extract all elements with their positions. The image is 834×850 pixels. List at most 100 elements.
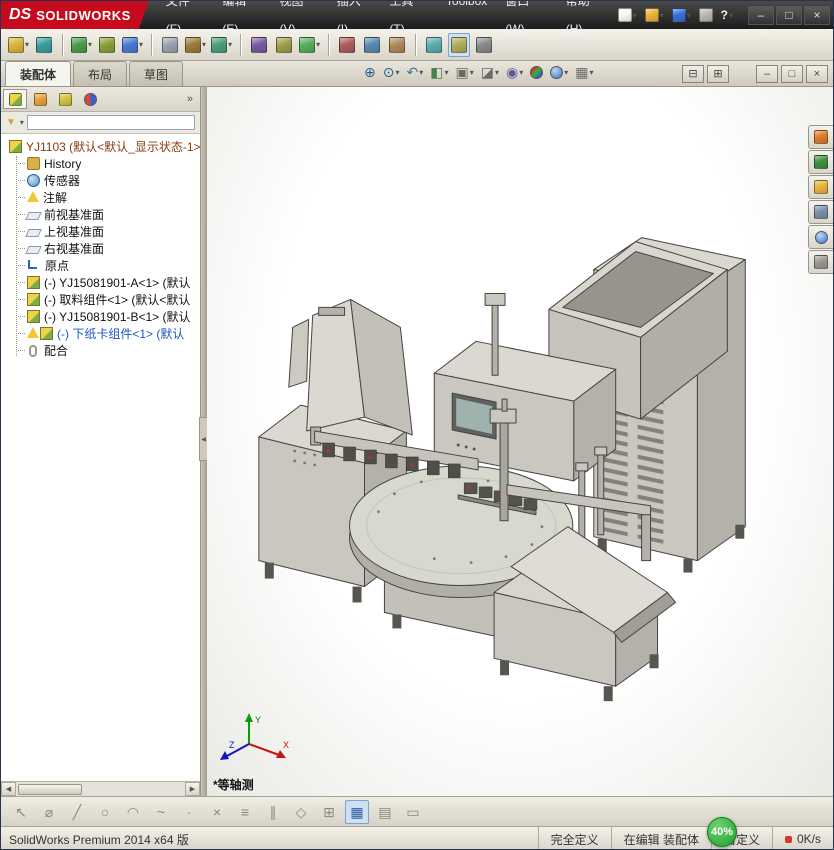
tree-item-0[interactable]: YJ1103 (默认<默认_显示状态-1>) xyxy=(3,138,200,155)
tree-item-11[interactable]: (-) 下纸卡组件<1> (默认 xyxy=(3,325,200,342)
previous-view-icon[interactable]: ↶ ▾ xyxy=(403,64,426,80)
linear-component-pattern-icon[interactable]: ▾ xyxy=(70,33,93,57)
panel-tabs-overflow[interactable]: » xyxy=(182,93,198,105)
progress-badge[interactable]: 40% xyxy=(707,817,737,847)
display-style-icon[interactable]: ◪ ▾ xyxy=(478,64,502,80)
split-horizontal-icon[interactable]: ⊟ xyxy=(682,65,704,83)
appearances-scenes-icon[interactable] xyxy=(808,225,833,249)
new-document-icon[interactable]: ▾ xyxy=(615,6,640,24)
insert-components-icon[interactable]: ▾ xyxy=(7,33,30,57)
dropdown-arrow-icon: ▾ xyxy=(659,10,664,20)
select-tool-icon[interactable]: ↖ xyxy=(9,800,33,824)
custom-properties-icon[interactable] xyxy=(808,250,833,274)
save-document-icon[interactable]: ▾ xyxy=(669,6,694,24)
arc-tool-icon: ◠ xyxy=(126,803,140,820)
split-vertical-icon[interactable]: ⊞ xyxy=(707,65,729,83)
filter-funnel-icon[interactable]: ▼ xyxy=(6,117,16,128)
rapid-sketch-icon[interactable]: ▭ xyxy=(401,800,425,824)
instant3d-icon[interactable] xyxy=(448,32,471,57)
tree-item-6[interactable]: 右视基准面 xyxy=(3,240,200,257)
tab-1[interactable]: 布局 xyxy=(73,61,128,86)
restore-doc-icon[interactable]: □ xyxy=(781,65,803,83)
convert-entities-icon[interactable]: ≡ xyxy=(233,800,257,824)
trim-entities-icon[interactable]: × xyxy=(205,800,229,824)
sketch-pattern-icon[interactable]: ⊞ xyxy=(317,800,341,824)
tree-item-1[interactable]: History xyxy=(3,155,200,172)
tab-0[interactable]: 装配体 xyxy=(5,61,72,86)
displaymanager-tab-icon[interactable] xyxy=(78,89,102,109)
design-library-icon[interactable] xyxy=(808,150,833,174)
net-speed-value: 0K/s xyxy=(796,832,821,846)
scroll-thumb[interactable] xyxy=(18,783,82,795)
tree-item-2[interactable]: 传感器 xyxy=(3,172,200,189)
move-component-icon xyxy=(122,36,139,53)
tree-item-9[interactable]: (-) 取料组件<1> (默认<默认 xyxy=(3,291,200,308)
close-doc-icon[interactable]: × xyxy=(806,65,828,83)
tree-item-10[interactable]: (-) YJ15081901-B<1> (默认 xyxy=(3,308,200,325)
edit-appearance-icon[interactable] xyxy=(527,65,546,80)
view-settings-icon[interactable]: ▦ ▾ xyxy=(572,64,596,80)
smart-dimension-icon[interactable]: ⌀ xyxy=(37,800,61,824)
sketch-table-icon[interactable]: ▤ xyxy=(373,800,397,824)
assembly-model[interactable] xyxy=(207,87,833,796)
new-motion-study-icon[interactable] xyxy=(248,33,270,57)
logo-text: SOLIDWORKS xyxy=(36,7,131,23)
smart-fasteners-icon[interactable] xyxy=(96,33,118,57)
point-tool-icon[interactable]: · xyxy=(177,800,201,824)
menu-item-6[interactable]: 窗口(W) xyxy=(496,1,556,43)
resources-home-icon[interactable] xyxy=(808,125,833,149)
menu-item-7[interactable]: 帮助(H) xyxy=(557,1,615,43)
view-orientation-icon[interactable]: ▣ ▾ xyxy=(452,64,476,80)
restore-button[interactable]: □ xyxy=(776,5,802,25)
bill-of-materials-icon[interactable] xyxy=(273,33,295,57)
large-assembly-mode-icon[interactable] xyxy=(473,33,495,57)
sketch-toolbar-strip: ↖ ⌀ ╱ ○ ◠ ~ · × ≡ ∥ ◇ ⊞ ▦ ▤ ▭ xyxy=(1,796,833,826)
zoom-to-area-icon[interactable]: ⊙ ▾ xyxy=(380,64,403,80)
minimize-doc-icon[interactable]: – xyxy=(756,65,778,83)
open-document-icon[interactable]: ▾ xyxy=(642,6,667,24)
circle-tool-icon[interactable]: ○ xyxy=(93,800,117,824)
filter-dropdown-icon[interactable]: ▾ xyxy=(20,118,24,127)
scroll-left-arrow[interactable]: ◀ xyxy=(1,782,16,796)
file-explorer-icon[interactable] xyxy=(808,175,833,199)
exploded-view-icon[interactable]: ▾ xyxy=(298,33,321,57)
arc-tool-icon[interactable]: ◠ xyxy=(121,800,145,824)
scroll-right-arrow[interactable]: ▶ xyxy=(185,782,200,796)
display-grid-icon[interactable]: ▦ xyxy=(345,799,369,824)
assembly-visualization-icon[interactable] xyxy=(423,33,445,57)
move-component-icon[interactable]: ▾ xyxy=(121,33,144,57)
configurationmanager-tab-icon[interactable] xyxy=(53,89,77,109)
tree-item-4[interactable]: 前视基准面 xyxy=(3,206,200,223)
exploded-view-icon xyxy=(299,36,316,53)
hide-show-items-icon[interactable]: ◉ ▾ xyxy=(503,64,526,80)
zoom-to-fit-icon[interactable]: ⊕ xyxy=(361,64,379,80)
reference-geometry-icon[interactable]: ▾ xyxy=(210,33,233,57)
apply-scene-icon[interactable]: ▾ xyxy=(547,65,571,80)
print-icon[interactable] xyxy=(696,6,716,24)
tree-item-7[interactable]: 原点 xyxy=(3,257,200,274)
help-icon[interactable]: ? ▾ xyxy=(718,7,736,23)
tree-item-12[interactable]: 配合 xyxy=(3,342,200,359)
hole-alignment-icon[interactable] xyxy=(386,33,408,57)
minimize-button[interactable]: – xyxy=(748,5,774,25)
spline-tool-icon[interactable]: ~ xyxy=(149,800,173,824)
tree-item-8[interactable]: (-) YJ15081901-A<1> (默认 xyxy=(3,274,200,291)
featuremanager-tab-icon[interactable] xyxy=(3,89,27,109)
close-button[interactable]: × xyxy=(804,5,830,25)
mirror-entities-icon[interactable]: ◇ xyxy=(289,800,313,824)
show-hidden-components-icon[interactable] xyxy=(159,33,181,57)
tree-item-3[interactable]: 注解 xyxy=(3,189,200,206)
solidworks-window: DS SOLIDWORKS 文件(F) 编辑(E) 视图(V) 插入(I) 工具(T) T… xyxy=(0,0,834,850)
section-view-icon[interactable]: ◧ ▾ xyxy=(427,64,451,80)
assembly-features-icon[interactable]: ▾ xyxy=(184,33,207,57)
interference-detection-icon[interactable] xyxy=(336,33,358,57)
mate-icon[interactable] xyxy=(33,33,55,57)
tree-item-5[interactable]: 上视基准面 xyxy=(3,223,200,240)
filter-input[interactable] xyxy=(26,115,195,130)
line-tool-icon[interactable]: ╱ xyxy=(65,800,89,824)
clearance-verification-icon[interactable] xyxy=(361,33,383,57)
offset-entities-icon[interactable]: ∥ xyxy=(261,800,285,824)
tab-2[interactable]: 草图 xyxy=(129,61,184,86)
view-palette-icon[interactable] xyxy=(808,200,833,224)
propertymanager-tab-icon[interactable] xyxy=(28,89,52,109)
